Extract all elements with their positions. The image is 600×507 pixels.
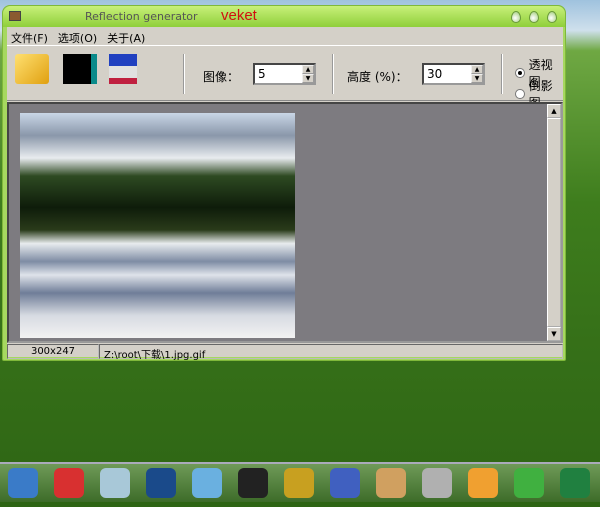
scroll-down-button[interactable]: ▼ — [547, 327, 561, 341]
dock-item[interactable] — [46, 464, 92, 502]
dock-item[interactable] — [460, 464, 506, 502]
dock-item[interactable] — [414, 464, 460, 502]
minimize-button[interactable] — [511, 11, 521, 23]
window-title: Reflection generator — [85, 10, 198, 23]
menu-file[interactable]: 文件(F) — [11, 30, 48, 45]
notepad-icon — [100, 468, 130, 498]
app-window: Reflection generator veket 文件(F) 选项(O) 关… — [2, 5, 566, 361]
scroll-thumb[interactable] — [547, 118, 561, 327]
toolbar: 图像： 5 ▲ ▼ 高度 (%)： 30 ▲ ▼ 透视图 倒影图 — [7, 45, 563, 110]
status-bar: 300x247 Z:\root\下载\1.jpg.gif — [7, 344, 563, 361]
spin-down-button[interactable]: ▼ — [471, 74, 483, 83]
spin-down-button[interactable]: ▼ — [302, 74, 314, 83]
pig-icon — [54, 468, 84, 498]
menu-about[interactable]: 关于(A) — [107, 30, 145, 45]
dock-item[interactable] — [230, 464, 276, 502]
toolbar-separator — [332, 54, 334, 94]
preview-area: ▲ ▼ — [7, 102, 563, 343]
file-path: Z:\root\下载\1.jpg.gif — [99, 344, 563, 361]
dock-item[interactable] — [322, 464, 368, 502]
green-app-icon — [560, 468, 590, 498]
image-label: 图像： — [203, 70, 240, 84]
reflection-preview-image — [20, 113, 295, 338]
title-bar[interactable]: Reflection generator veket — [3, 6, 565, 27]
qq-penguin-icon — [238, 468, 268, 498]
media-player-icon — [146, 468, 176, 498]
chart-icon — [330, 468, 360, 498]
spin-up-button[interactable]: ▲ — [302, 65, 314, 74]
image-value: 5 — [258, 67, 266, 81]
menu-bar: 文件(F) 选项(O) 关于(A) — [7, 27, 563, 45]
save-icon[interactable] — [109, 54, 137, 84]
help-icon — [514, 468, 544, 498]
notebook-icon — [284, 468, 314, 498]
image-viewer-icon — [468, 468, 498, 498]
usb-drive-icon — [422, 468, 452, 498]
height-label: 高度 (%)： — [347, 70, 408, 84]
toolbar-separator — [183, 54, 185, 94]
paint-palette-icon — [376, 468, 406, 498]
dock-item[interactable] — [276, 464, 322, 502]
dock-item[interactable] — [506, 464, 552, 502]
app-icon — [9, 11, 21, 21]
dock-item[interactable] — [184, 464, 230, 502]
vertical-scrollbar[interactable]: ▲ ▼ — [547, 104, 561, 341]
scroll-up-button[interactable]: ▲ — [547, 104, 561, 118]
image-spinbox[interactable]: 5 ▲ ▼ — [253, 63, 316, 85]
open-folder-icon[interactable] — [15, 54, 49, 84]
dock-item[interactable] — [368, 464, 414, 502]
menu-options[interactable]: 选项(O) — [58, 30, 97, 45]
image-size: 300x247 — [7, 344, 99, 359]
spin-up-button[interactable]: ▲ — [471, 65, 483, 74]
toolbar-separator — [501, 54, 503, 94]
maximize-button[interactable] — [529, 11, 539, 23]
height-spinbox[interactable]: 30 ▲ ▼ — [422, 63, 485, 85]
dock-item[interactable] — [92, 464, 138, 502]
height-value: 30 — [427, 67, 443, 81]
dock-item[interactable] — [0, 464, 46, 502]
close-button[interactable] — [547, 11, 557, 23]
network-icon — [192, 468, 222, 498]
dock-item[interactable] — [138, 464, 184, 502]
capture-icon[interactable] — [63, 54, 97, 84]
dock-item[interactable] — [552, 464, 598, 502]
brand-label: veket — [221, 7, 257, 24]
dock — [0, 462, 600, 502]
computer-icon — [8, 468, 38, 498]
